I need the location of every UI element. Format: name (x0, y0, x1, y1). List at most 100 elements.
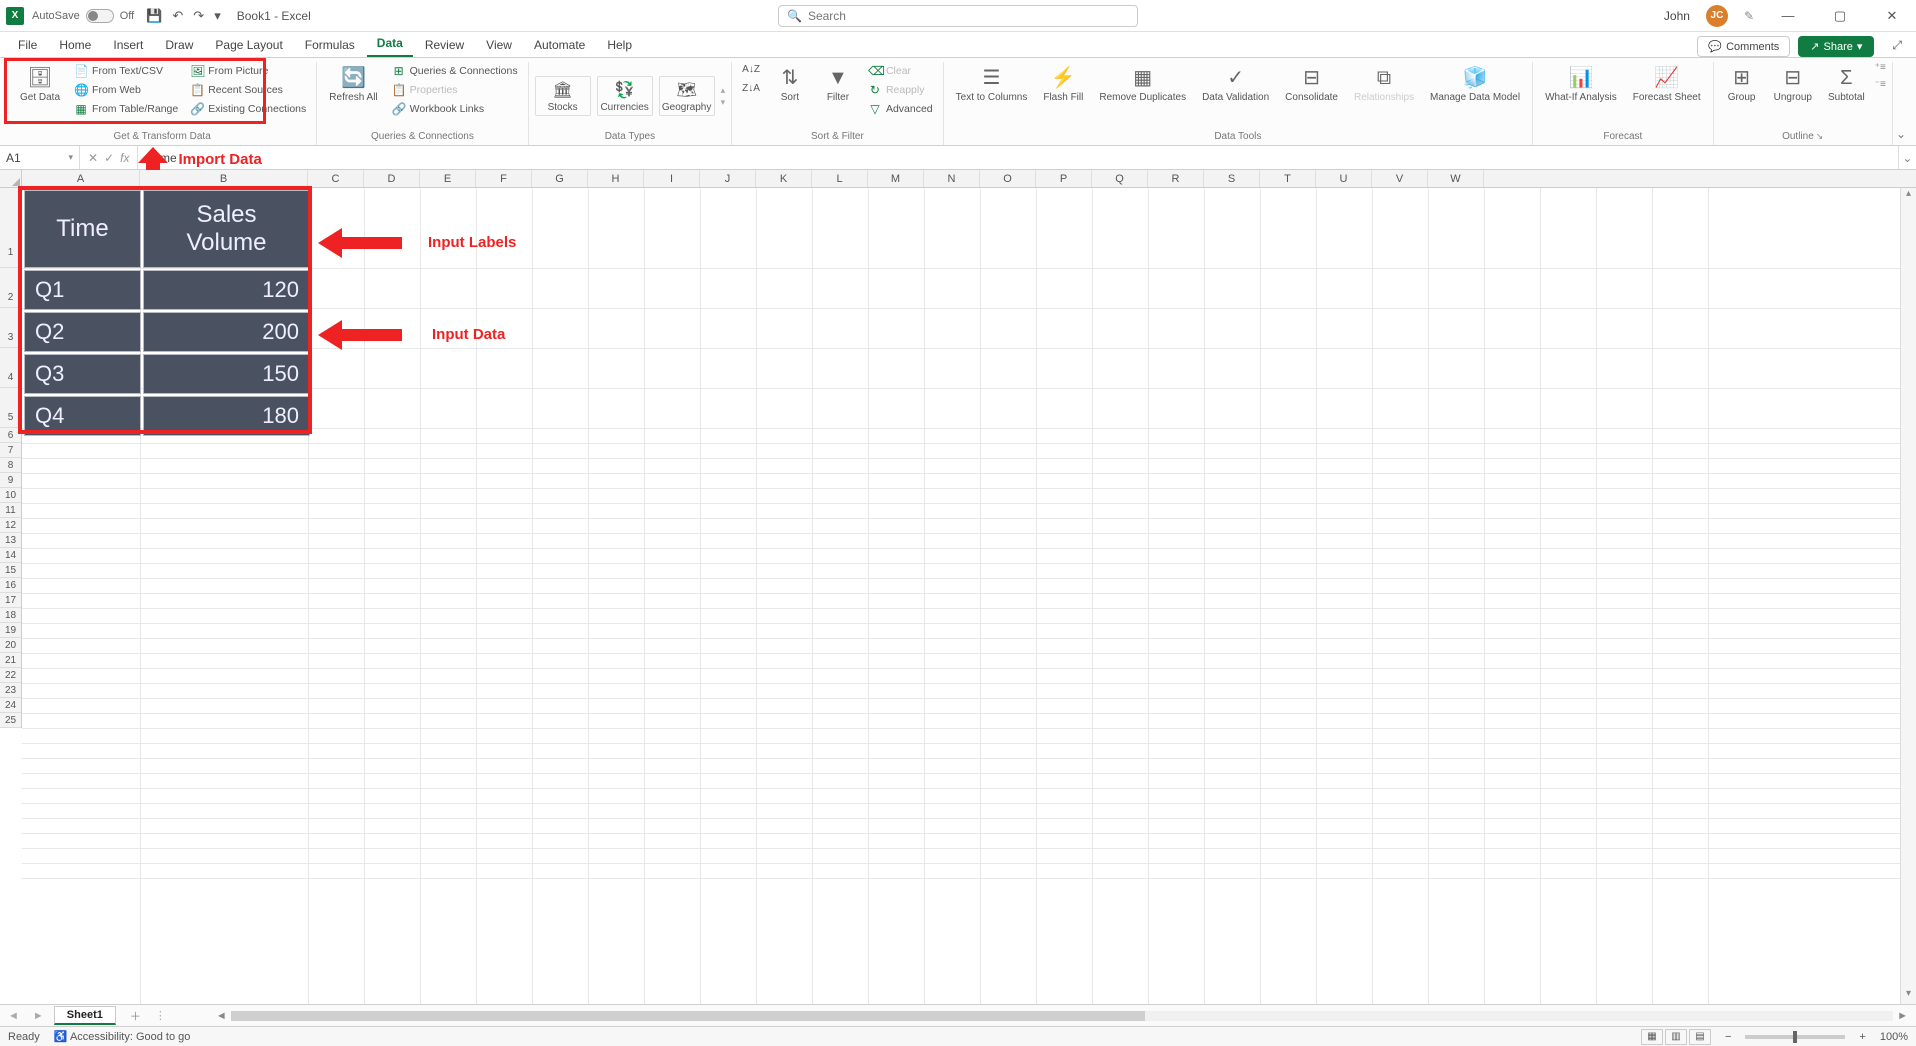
from-picture-button[interactable]: 🖼From Picture (186, 62, 310, 80)
row-header-6[interactable]: 6 (0, 428, 21, 443)
save-icon[interactable]: 💾 (146, 8, 162, 24)
group-button[interactable]: ⊞Group (1720, 62, 1764, 108)
flash-fill-button[interactable]: ⚡Flash Fill (1037, 62, 1089, 108)
tab-home[interactable]: Home (49, 34, 101, 57)
scroll-down-icon[interactable]: ▾ (1901, 988, 1916, 1004)
row-header-24[interactable]: 24 (0, 698, 21, 713)
col-header-E[interactable]: E (420, 170, 476, 187)
tab-view[interactable]: View (476, 34, 522, 57)
col-header-V[interactable]: V (1372, 170, 1428, 187)
row-header-19[interactable]: 19 (0, 623, 21, 638)
close-button[interactable]: ✕ (1874, 2, 1910, 30)
row-header-11[interactable]: 11 (0, 503, 21, 518)
ungroup-button[interactable]: ⊟Ungroup (1768, 62, 1818, 108)
zoom-in-button[interactable]: + (1859, 1031, 1865, 1043)
cell-A1[interactable]: Time (24, 190, 141, 268)
row-header-2[interactable]: 2 (0, 268, 21, 308)
queries-connections-button[interactable]: ⊞Queries & Connections (388, 62, 522, 80)
user-name[interactable]: John (1664, 9, 1690, 23)
row-header-18[interactable]: 18 (0, 608, 21, 623)
pen-icon[interactable]: ✎ (1744, 9, 1754, 23)
row-header-5[interactable]: 5 (0, 388, 21, 428)
col-header-S[interactable]: S (1204, 170, 1260, 187)
row-header-20[interactable]: 20 (0, 638, 21, 653)
name-box[interactable]: A1 ▾ (0, 146, 80, 169)
scroll-left-icon[interactable]: ◄ (212, 1010, 231, 1022)
tab-insert[interactable]: Insert (103, 34, 153, 57)
chevron-down-icon[interactable]: ▾ (721, 97, 726, 108)
row-header-17[interactable]: 17 (0, 593, 21, 608)
row-header-14[interactable]: 14 (0, 548, 21, 563)
hide-detail-icon[interactable]: ⁻≡ (1875, 79, 1886, 90)
col-header-K[interactable]: K (756, 170, 812, 187)
cell-A4[interactable]: Q3 (24, 354, 141, 394)
comments-button[interactable]: 💬 Comments (1697, 36, 1790, 57)
add-sheet-button[interactable]: ＋ (122, 1008, 149, 1024)
from-text-csv-button[interactable]: 📄From Text/CSV (70, 62, 182, 80)
row-header-10[interactable]: 10 (0, 488, 21, 503)
row-header-9[interactable]: 9 (0, 473, 21, 488)
cell-A3[interactable]: Q2 (24, 312, 141, 352)
col-header-O[interactable]: O (980, 170, 1036, 187)
spreadsheet-grid[interactable]: A B C D E F G H I J K L M N O P Q R S T … (0, 170, 1916, 1004)
horizontal-scrollbar[interactable]: ◄ ► (212, 1010, 1912, 1022)
remove-duplicates-button[interactable]: ▦Remove Duplicates (1093, 62, 1192, 108)
normal-view-button[interactable]: ▦ (1641, 1029, 1663, 1045)
col-header-U[interactable]: U (1316, 170, 1372, 187)
col-header-N[interactable]: N (924, 170, 980, 187)
recent-sources-button[interactable]: 📋Recent Sources (186, 81, 310, 99)
share-button[interactable]: ↗ Share ▾ (1798, 36, 1874, 57)
cell-B4[interactable]: 150 (143, 354, 310, 394)
tab-help[interactable]: Help (597, 34, 642, 57)
row-header-3[interactable]: 3 (0, 308, 21, 348)
col-header-A[interactable]: A (22, 170, 140, 187)
filter-button[interactable]: ▼Filter (816, 62, 860, 108)
refresh-all-button[interactable]: 🔄Refresh All (323, 62, 383, 108)
row-header-15[interactable]: 15 (0, 563, 21, 578)
maximize-button[interactable]: ▢ (1822, 2, 1858, 30)
toggle-switch[interactable] (86, 9, 114, 23)
col-header-G[interactable]: G (532, 170, 588, 187)
tab-automate[interactable]: Automate (524, 34, 595, 57)
chevron-down-icon[interactable]: ▾ (68, 152, 73, 163)
scroll-right-icon[interactable]: ► (1893, 1010, 1912, 1022)
zoom-level[interactable]: 100% (1880, 1031, 1908, 1043)
cancel-icon[interactable]: ✕ (88, 151, 98, 165)
row-header-16[interactable]: 16 (0, 578, 21, 593)
undo-icon[interactable]: ↶ (172, 8, 183, 24)
sheet-nav-prev[interactable]: ◄ (4, 1010, 23, 1022)
row-header-21[interactable]: 21 (0, 653, 21, 668)
avatar[interactable]: JC (1706, 5, 1728, 27)
vertical-scrollbar[interactable]: ▴ ▾ (1900, 188, 1916, 1004)
chevron-up-icon[interactable]: ▴ (721, 85, 726, 96)
row-header-25[interactable]: 25 (0, 713, 21, 728)
col-header-Q[interactable]: Q (1092, 170, 1148, 187)
forecast-sheet-button[interactable]: 📈Forecast Sheet (1627, 62, 1707, 108)
zoom-out-button[interactable]: − (1725, 1031, 1731, 1043)
consolidate-button[interactable]: ⊟Consolidate (1279, 62, 1344, 108)
collapse-ribbon-icon[interactable]: ⤢ (1886, 34, 1908, 57)
tab-page-layout[interactable]: Page Layout (205, 34, 292, 57)
col-header-F[interactable]: F (476, 170, 532, 187)
cell-B3[interactable]: 200 (143, 312, 310, 352)
col-header-L[interactable]: L (812, 170, 868, 187)
cell-B1[interactable]: Sales Volume (143, 190, 310, 268)
cell-B5[interactable]: 180 (143, 396, 310, 436)
data-validation-button[interactable]: ✓Data Validation (1196, 62, 1275, 108)
sheet-nav-next[interactable]: ► (29, 1010, 48, 1022)
col-header-J[interactable]: J (700, 170, 756, 187)
what-if-button[interactable]: 📊What-If Analysis (1539, 62, 1623, 108)
cells-area[interactable]: Time Sales Volume Q1120 Q2200 Q3150 Q418… (22, 188, 1916, 1004)
qat-dropdown-icon[interactable]: ▾ (214, 8, 221, 24)
advanced-filter-button[interactable]: ▽Advanced (864, 100, 937, 118)
search-input[interactable]: 🔍 Search (778, 5, 1138, 27)
redo-icon[interactable]: ↷ (193, 8, 204, 24)
from-table-range-button[interactable]: ▦From Table/Range (70, 100, 182, 118)
sort-az-button[interactable]: A↓Z (738, 62, 764, 77)
accessibility-status[interactable]: ♿ Accessibility: Good to go (54, 1030, 191, 1043)
tab-data[interactable]: Data (367, 32, 413, 57)
fx-icon[interactable]: fx (120, 151, 129, 165)
from-web-button[interactable]: 🌐From Web (70, 81, 182, 99)
sort-button[interactable]: ⇅Sort (768, 62, 812, 108)
select-all-corner[interactable] (0, 170, 22, 187)
